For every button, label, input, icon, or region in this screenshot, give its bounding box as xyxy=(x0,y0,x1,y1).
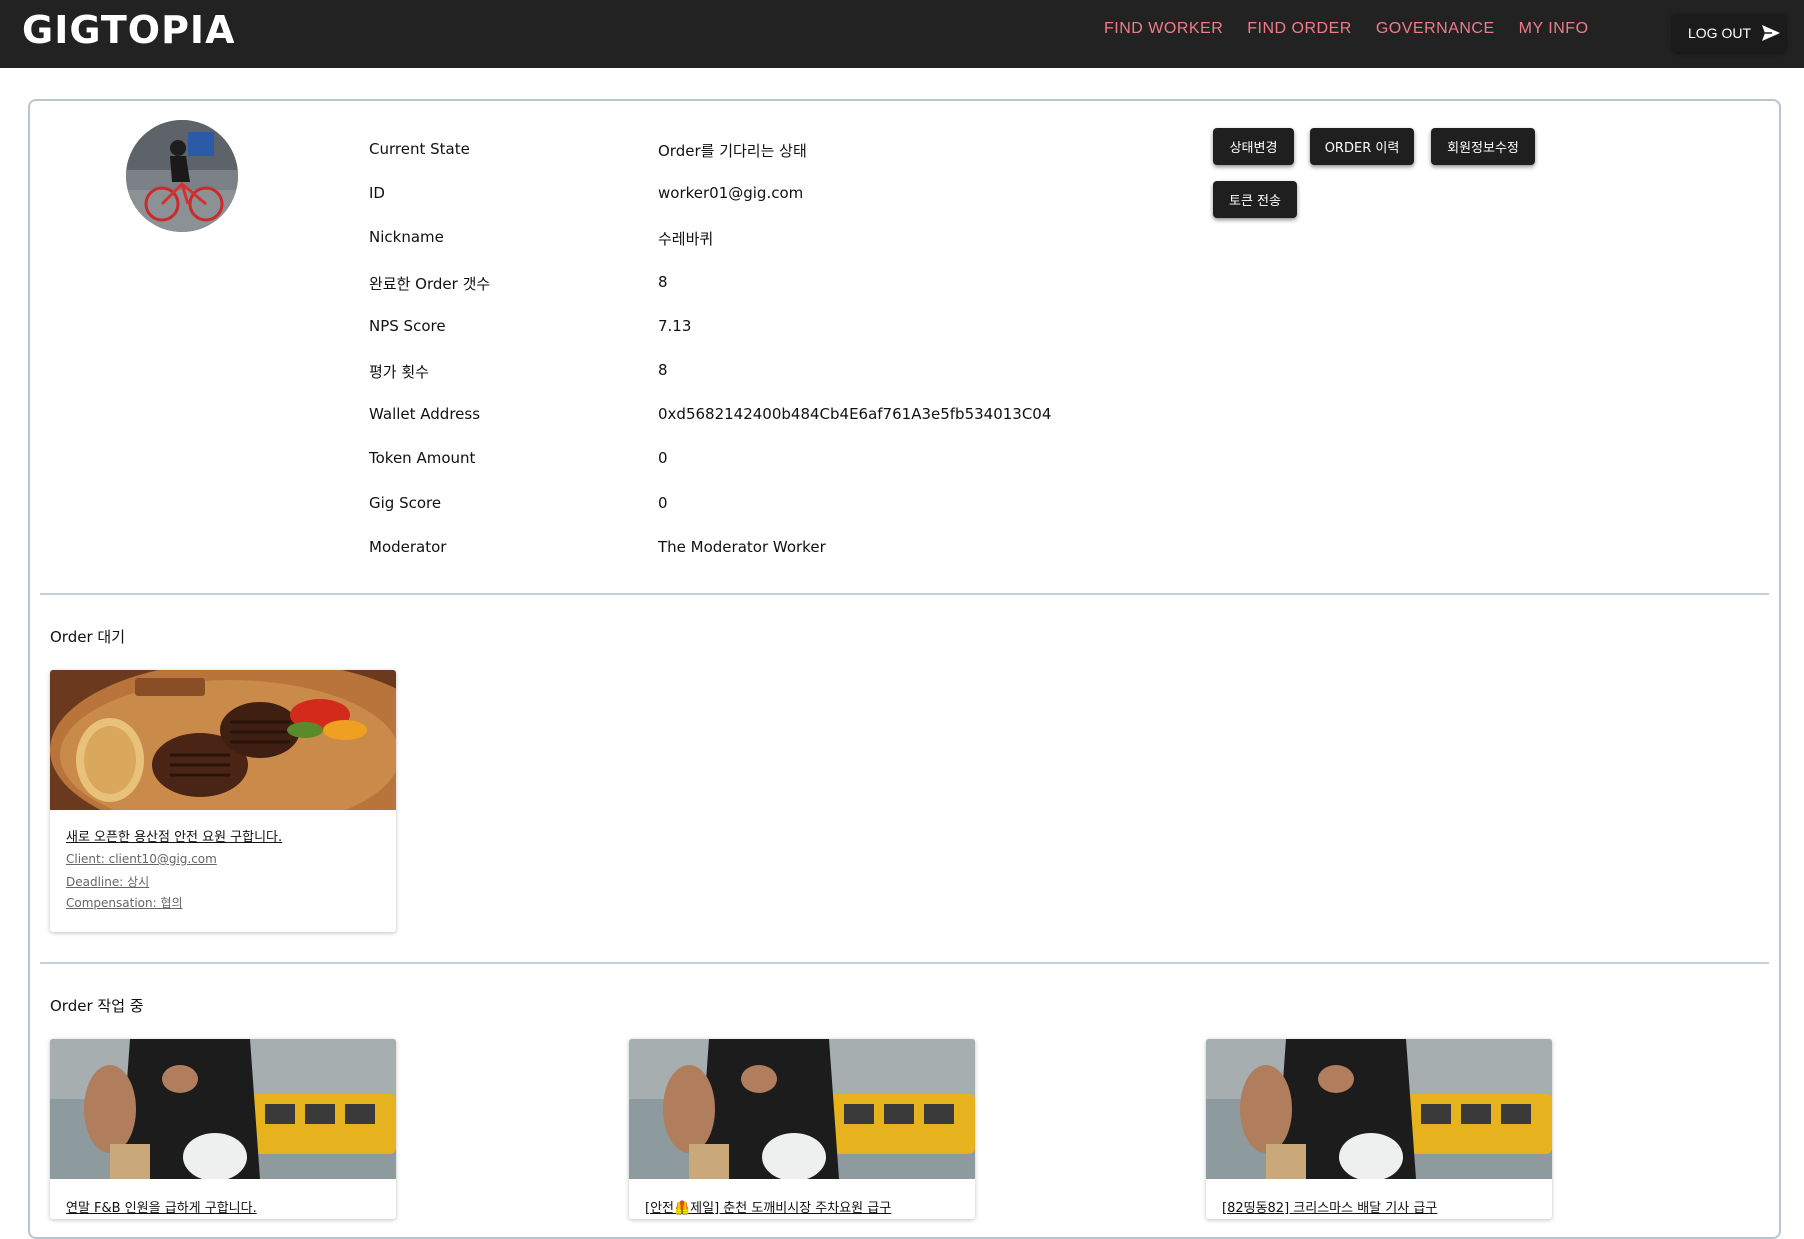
send-icon xyxy=(1762,25,1781,41)
logout-button[interactable]: LOG OUT xyxy=(1672,14,1786,52)
order-history-button[interactable]: ORDER 이력 xyxy=(1310,128,1414,165)
order-deadline: Deadline: 상시 xyxy=(66,875,150,889)
info-label: 평가 횟수 xyxy=(369,362,429,381)
info-value: 8 xyxy=(658,360,668,379)
order-image-steak xyxy=(50,670,396,810)
nav-find-order[interactable]: FIND ORDER xyxy=(1247,20,1352,38)
nav-find-worker[interactable]: FIND WORKER xyxy=(1104,20,1223,38)
info-label: Token Amount xyxy=(369,449,476,468)
info-label: Moderator xyxy=(369,537,447,556)
nav-governance[interactable]: GOVERNANCE xyxy=(1376,20,1495,38)
logout-label: LOG OUT xyxy=(1688,25,1752,41)
info-value: 7.13 xyxy=(658,316,692,335)
info-label: Gig Score xyxy=(369,493,442,512)
order-card[interactable]: 연말 F&B 인원을 급하게 구합니다. xyxy=(50,1039,396,1219)
info-value: 0 xyxy=(658,449,668,468)
order-card[interactable]: [82띵동82] 크리스마스 배달 기사 급구 xyxy=(1206,1039,1552,1219)
working-section-title: Order 작업 중 xyxy=(50,997,144,1015)
info-label: 완료한 Order 갯수 xyxy=(369,274,491,293)
info-label: Nickname xyxy=(369,228,444,247)
order-image-delivery xyxy=(50,1039,396,1179)
info-value: worker01@gig.com xyxy=(658,184,804,203)
main-nav: FIND WORKER FIND ORDER GOVERNANCE MY INF… xyxy=(1104,20,1589,38)
info-value: Order를 기다리는 상태 xyxy=(658,142,807,160)
edit-member-info-button[interactable]: 회원정보수정 xyxy=(1431,128,1535,165)
order-title[interactable]: 연말 F&B 인원을 급하게 구합니다. xyxy=(66,1197,257,1216)
info-value: 수레바퀴 xyxy=(658,230,714,249)
section-divider xyxy=(40,593,1769,595)
waiting-section-title: Order 대기 xyxy=(50,628,125,646)
order-client: Client: client10@gig.com xyxy=(66,852,217,866)
info-label: Current State xyxy=(369,140,470,158)
order-title[interactable]: [82띵동82] 크리스마스 배달 기사 급구 xyxy=(1222,1197,1437,1216)
send-token-button[interactable]: 토큰 전송 xyxy=(1213,181,1297,218)
order-card[interactable]: 새로 오픈한 용산점 안전 요원 구합니다. Client: client10@… xyxy=(50,670,396,932)
info-value: 8 xyxy=(658,272,668,291)
top-navbar: GIGTOPIA FIND WORKER FIND ORDER GOVERNAN… xyxy=(0,0,1804,68)
order-image-delivery xyxy=(1206,1039,1552,1179)
info-value: 0 xyxy=(658,493,668,512)
order-image-delivery xyxy=(629,1039,975,1179)
order-card[interactable]: [안전🦺제일] 춘천 도깨비시장 주차요원 급구 xyxy=(629,1039,975,1219)
avatar xyxy=(126,120,238,232)
info-label: ID xyxy=(369,184,385,203)
nav-my-info[interactable]: MY INFO xyxy=(1519,20,1589,38)
order-compensation: Compensation: 협의 xyxy=(66,896,183,910)
info-label: Wallet Address xyxy=(369,405,481,424)
info-value: The Moderator Worker xyxy=(658,537,826,556)
app-logo[interactable]: GIGTOPIA xyxy=(22,8,235,52)
info-label: NPS Score xyxy=(369,316,446,335)
info-value: 0xd5682142400b484Cb4E6af761A3e5fb534013C… xyxy=(658,405,1052,424)
section-divider xyxy=(40,962,1769,964)
change-state-button[interactable]: 상태변경 xyxy=(1213,128,1294,165)
order-title[interactable]: 새로 오픈한 용산점 안전 요원 구합니다. xyxy=(66,826,282,845)
order-title[interactable]: [안전🦺제일] 춘천 도깨비시장 주차요원 급구 xyxy=(645,1197,891,1216)
